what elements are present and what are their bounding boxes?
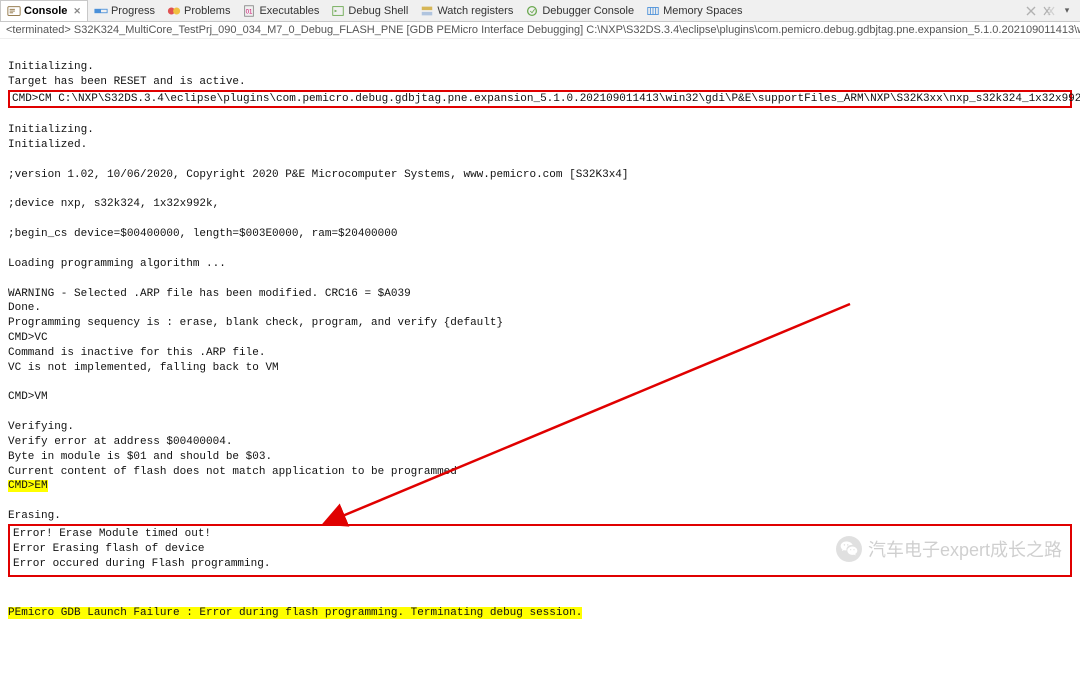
problems-icon xyxy=(167,4,181,18)
close-icon[interactable]: ✕ xyxy=(73,6,81,17)
debugger-console-icon xyxy=(525,4,539,18)
console-session-status: <terminated> S32K324_MultiCore_TestPrj_0… xyxy=(0,22,1080,39)
tab-problems[interactable]: Problems xyxy=(161,0,236,21)
tab-label: Debug Shell xyxy=(348,5,408,17)
tab-label: Executables xyxy=(259,5,319,17)
tab-debug-shell[interactable]: Debug Shell xyxy=(325,0,414,21)
view-tabs: Console ✕ Progress Problems 01 Executabl… xyxy=(0,0,1080,22)
watermark: 汽车电子expert成长之路 xyxy=(836,536,1062,562)
tab-watch-registers[interactable]: Watch registers xyxy=(414,0,519,21)
watch-registers-icon xyxy=(420,4,434,18)
console-output[interactable]: Initializing. Target has been RESET and … xyxy=(0,39,1080,674)
tab-label: Watch registers xyxy=(437,5,513,17)
tab-label: Problems xyxy=(184,5,230,17)
tab-label: Memory Spaces xyxy=(663,5,742,17)
console-text: Error! Erase Module timed out! Error Era… xyxy=(13,528,270,570)
tab-toolbar: ▾ xyxy=(1024,4,1080,18)
tab-console[interactable]: Console ✕ xyxy=(0,0,88,21)
debug-shell-icon xyxy=(331,4,345,18)
console-text: Initializing. Target has been RESET and … xyxy=(8,61,246,88)
console-text: CMD>CM C:\NXP\S32DS.3.4\eclipse\plugins\… xyxy=(12,93,1080,105)
tab-label: Progress xyxy=(111,5,155,17)
console-icon xyxy=(7,4,21,18)
tab-memory-spaces[interactable]: Memory Spaces xyxy=(640,0,748,21)
memory-spaces-icon xyxy=(646,4,660,18)
dropdown-icon[interactable]: ▾ xyxy=(1060,4,1074,18)
tab-label: Console xyxy=(24,5,67,17)
progress-icon xyxy=(94,4,108,18)
annotation-box-cmdcm: CMD>CM C:\NXP\S32DS.3.4\eclipse\plugins\… xyxy=(8,90,1072,109)
highlight-cmd-em: CMD>EM xyxy=(8,480,48,492)
tab-label: Debugger Console xyxy=(542,5,634,17)
tab-executables[interactable]: 01 Executables xyxy=(236,0,325,21)
svg-text:01: 01 xyxy=(246,8,253,15)
wechat-logo-icon xyxy=(836,536,862,562)
tab-progress[interactable]: Progress xyxy=(88,0,161,21)
tab-debugger-console[interactable]: Debugger Console xyxy=(519,0,640,21)
executables-icon: 01 xyxy=(242,4,256,18)
console-text: Initializing. Initialized. ;version 1.02… xyxy=(8,124,629,477)
console-text: Erasing. xyxy=(8,510,61,522)
remove-all-icon[interactable] xyxy=(1042,4,1056,18)
highlight-launch-failure: PEmicro GDB Launch Failure : Error durin… xyxy=(8,607,582,619)
watermark-text: 汽车电子expert成长之路 xyxy=(868,536,1062,562)
remove-launch-icon[interactable] xyxy=(1024,4,1038,18)
